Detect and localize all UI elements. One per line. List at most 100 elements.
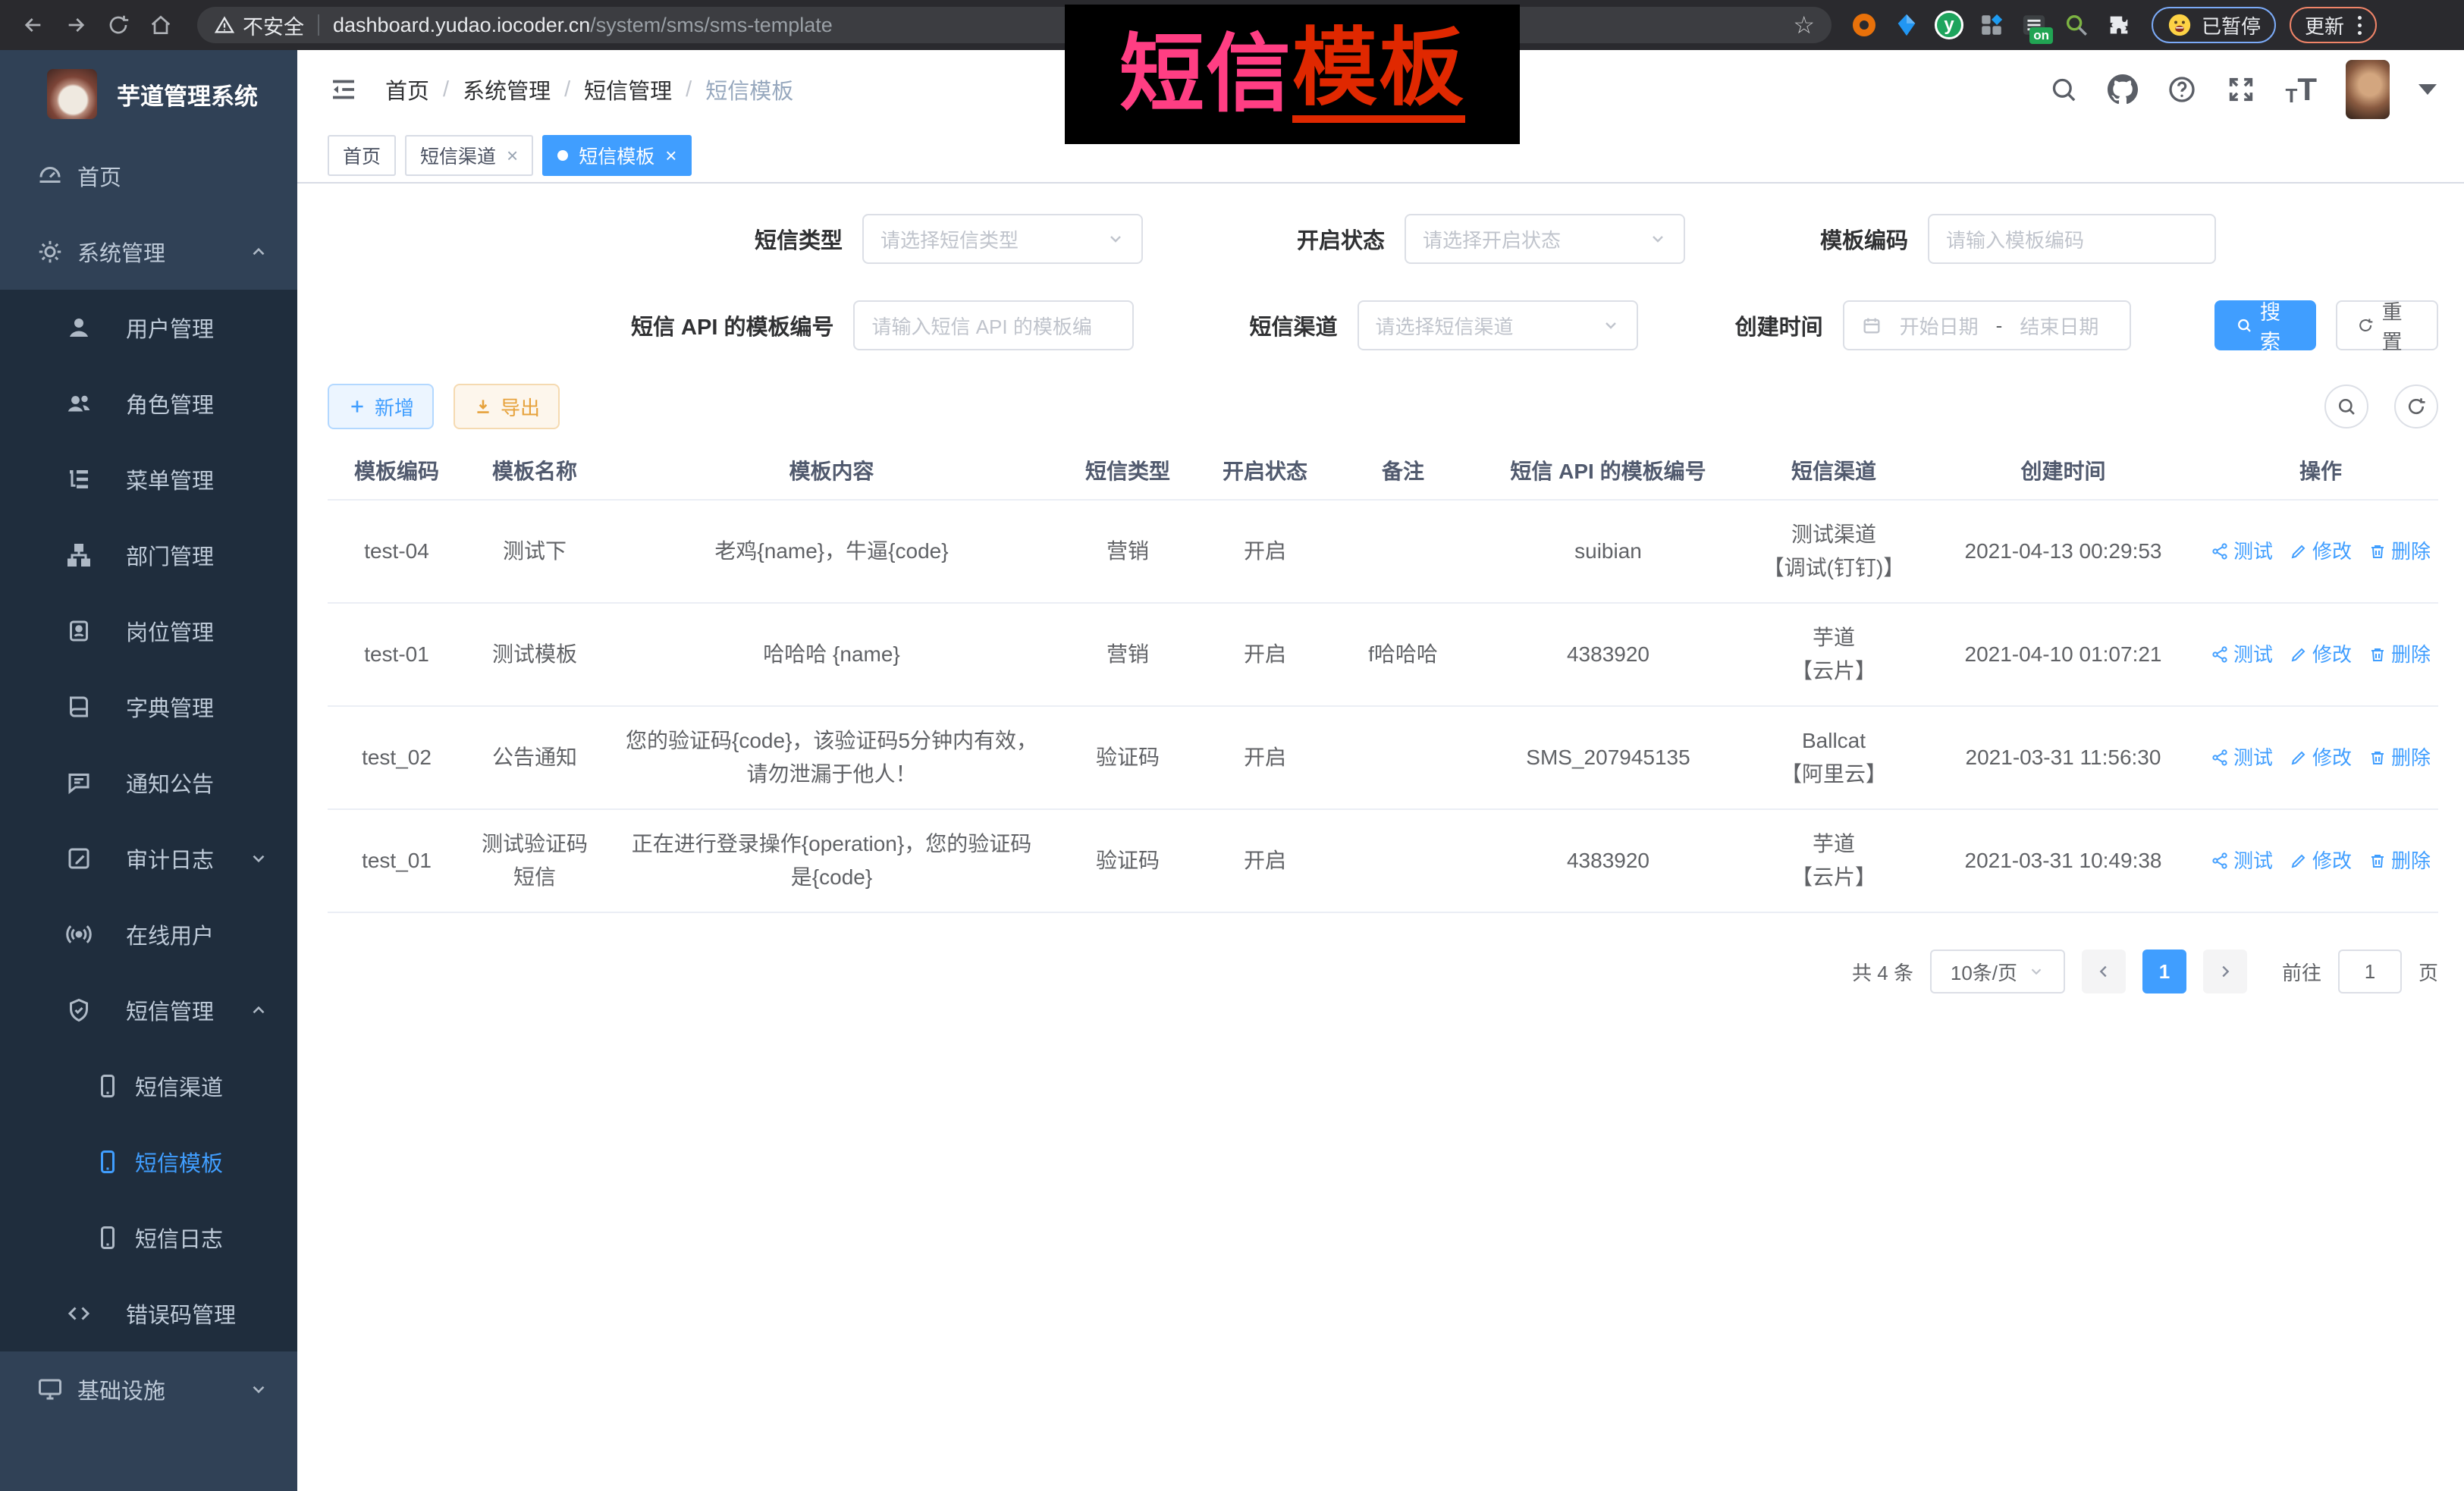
table-toolbar: 新增 导出	[328, 384, 2438, 429]
create-time-label: 创建时间	[1638, 309, 1843, 341]
delete-link[interactable]: 删除	[2368, 535, 2431, 568]
sidebar-item-sms-channel[interactable]: 短信渠道	[0, 1048, 297, 1124]
export-button[interactable]: 导出	[454, 384, 560, 429]
page-number-1[interactable]: 1	[2142, 950, 2186, 993]
sidebar-item-home[interactable]: 首页	[0, 138, 297, 214]
breadcrumb-sms-mgmt[interactable]: 短信管理	[584, 74, 672, 105]
font-size-button[interactable]: TT	[2285, 74, 2317, 105]
page-size-select[interactable]: 10条/页	[1930, 950, 2065, 993]
sms-channel-select[interactable]: 请选择短信渠道	[1358, 300, 1638, 350]
sidebar-item-dict-mgmt[interactable]: 字典管理	[0, 669, 297, 745]
sidebar-item-online-users[interactable]: 在线用户	[0, 896, 297, 972]
extension-grid-icon[interactable]	[1976, 9, 2007, 41]
browser-menu-icon[interactable]	[2353, 16, 2362, 35]
sidebar-item-dept-mgmt[interactable]: 部门管理	[0, 517, 297, 593]
edit-link[interactable]: 修改	[2290, 638, 2352, 671]
test-link[interactable]: 测试	[2211, 638, 2273, 671]
sidebar-item-audit-log[interactable]: 审计日志	[0, 821, 297, 896]
refresh-table-button[interactable]	[2394, 385, 2438, 428]
share-icon	[2211, 749, 2229, 767]
date-range-picker[interactable]: 开始日期 - 结束日期	[1843, 300, 2131, 350]
add-button[interactable]: 新增	[328, 384, 434, 429]
test-link[interactable]: 测试	[2211, 535, 2273, 568]
extension-orange-ring-icon[interactable]	[1848, 9, 1880, 41]
close-icon[interactable]: ×	[665, 144, 676, 168]
test-link[interactable]: 测试	[2211, 741, 2273, 774]
extension-icons: y on	[1848, 9, 2135, 41]
chevron-down-icon	[249, 1380, 268, 1399]
end-date-placeholder: 结束日期	[2014, 312, 2104, 340]
close-icon[interactable]: ×	[507, 144, 518, 168]
pagination: 共 4 条 10条/页 1 前往 1 页	[328, 950, 2438, 993]
extension-blue-kite-icon[interactable]	[1891, 9, 1923, 41]
user-avatar[interactable]	[2346, 60, 2390, 119]
extension-green-y-icon[interactable]: y	[1933, 9, 1965, 41]
sidebar-item-menu-mgmt[interactable]: 菜单管理	[0, 441, 297, 517]
edit-icon	[2290, 645, 2308, 664]
tab-home[interactable]: 首页	[328, 135, 396, 176]
edit-icon	[2290, 542, 2308, 560]
status-select[interactable]: 请选择开启状态	[1405, 214, 1685, 264]
speech-bubble-icon	[62, 769, 96, 796]
phone-icon	[91, 1072, 124, 1100]
tab-sms-template[interactable]: 短信模板 ×	[542, 135, 692, 176]
delete-link[interactable]: 删除	[2368, 741, 2431, 774]
profile-paused-button[interactable]: 已暂停	[2152, 7, 2276, 43]
sidebar-item-sms-template[interactable]: 短信模板	[0, 1124, 297, 1200]
extensions-puzzle-icon[interactable]	[2103, 9, 2135, 41]
extension-list-icon[interactable]: on	[2018, 9, 2050, 41]
app-logo-row[interactable]: 芋道管理系统	[0, 50, 297, 138]
browser-reload-button[interactable]	[97, 6, 140, 44]
goto-label: 前往	[2282, 958, 2321, 986]
github-link[interactable]	[2108, 74, 2138, 105]
sidebar-item-sms-mgmt[interactable]: 短信管理	[0, 972, 297, 1048]
breadcrumb-home[interactable]: 首页	[385, 74, 429, 105]
template-code-input[interactable]: 请输入模板编码	[1928, 214, 2216, 264]
sidebar-item-error-code-mgmt[interactable]: 错误码管理	[0, 1276, 297, 1351]
system-mgmt-submenu: 用户管理 角色管理 菜单管理 部门管理 岗位管理 字典管理	[0, 290, 297, 1351]
sidebar-collapse-button[interactable]	[328, 74, 359, 105]
bookmark-star-icon[interactable]: ☆	[1793, 11, 1815, 39]
header-search-button[interactable]	[2048, 74, 2079, 105]
test-link[interactable]: 测试	[2211, 844, 2273, 877]
paused-label: 已暂停	[2202, 11, 2261, 39]
goto-page-input[interactable]: 1	[2338, 950, 2402, 993]
browser-home-button[interactable]	[140, 6, 182, 44]
sidebar-menu: 首页 系统管理 用户管理 角色管理 菜单管理 部门管理	[0, 138, 297, 1427]
delete-link[interactable]: 删除	[2368, 844, 2431, 877]
search-icon	[2048, 74, 2079, 105]
sidebar-item-post-mgmt[interactable]: 岗位管理	[0, 593, 297, 669]
reload-icon	[106, 13, 130, 37]
prev-page-button[interactable]	[2082, 950, 2126, 993]
avatar-caret-icon[interactable]	[2418, 84, 2437, 95]
reset-button[interactable]: 重置	[2336, 300, 2438, 350]
sidebar-item-system-mgmt[interactable]: 系统管理	[0, 214, 297, 290]
browser-back-button[interactable]	[12, 6, 55, 44]
share-icon	[2211, 542, 2229, 560]
sms-type-select[interactable]: 请选择短信类型	[862, 214, 1143, 264]
sidebar-item-sms-log[interactable]: 短信日志	[0, 1200, 297, 1276]
share-icon	[2211, 645, 2229, 664]
edit-link[interactable]: 修改	[2290, 741, 2352, 774]
extension-magnifier-icon[interactable]	[2061, 9, 2092, 41]
browser-forward-button[interactable]	[55, 6, 97, 44]
delete-link[interactable]: 删除	[2368, 638, 2431, 671]
toggle-search-button[interactable]	[2324, 385, 2368, 428]
sidebar-item-user-mgmt[interactable]: 用户管理	[0, 290, 297, 366]
search-button[interactable]: 搜索	[2214, 300, 2317, 350]
start-date-placeholder: 开始日期	[1894, 312, 1984, 340]
breadcrumb-system-mgmt[interactable]: 系统管理	[463, 74, 551, 105]
fullscreen-button[interactable]	[2226, 74, 2256, 105]
help-button[interactable]	[2167, 74, 2197, 105]
edit-link[interactable]: 修改	[2290, 535, 2352, 568]
tab-sms-channel[interactable]: 短信渠道 ×	[405, 135, 533, 176]
next-page-button[interactable]	[2203, 950, 2247, 993]
address-bar[interactable]: 不安全 dashboard.yudao.iocoder.cn /system/s…	[197, 7, 1832, 43]
sidebar-item-infrastructure[interactable]: 基础设施	[0, 1351, 297, 1427]
sidebar-item-role-mgmt[interactable]: 角色管理	[0, 366, 297, 441]
edit-link[interactable]: 修改	[2290, 844, 2352, 877]
sidebar-item-notice[interactable]: 通知公告	[0, 745, 297, 821]
api-template-id-input[interactable]: 请输入短信 API 的模板编	[853, 300, 1134, 350]
browser-update-button[interactable]: 更新	[2290, 7, 2377, 43]
main-content: 短信类型 请选择短信类型 开启状态 请选择开启状态 模板编码 请输入模板编码 短…	[297, 184, 2464, 1491]
